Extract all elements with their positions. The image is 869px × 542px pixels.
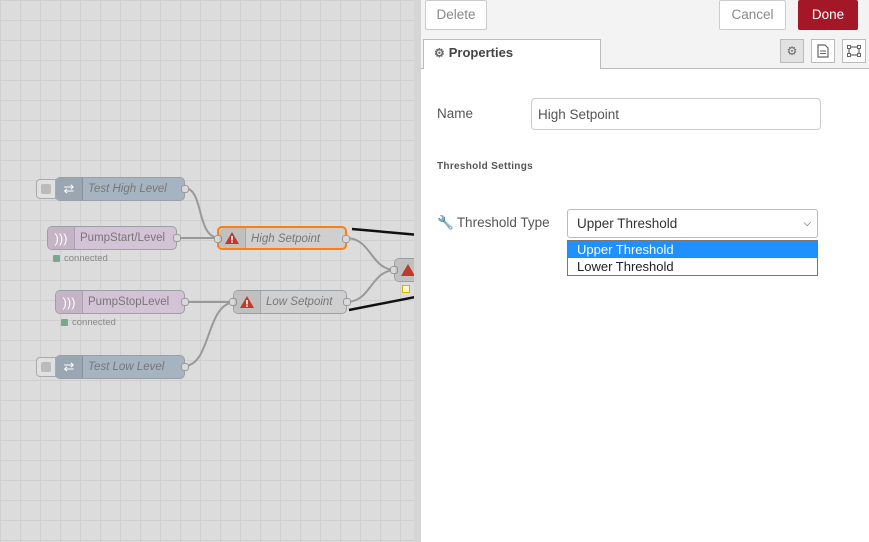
flow-canvas[interactable]: ⇄ Test High Level ))) PumpStart/Level co… bbox=[0, 0, 414, 542]
output-port[interactable] bbox=[181, 185, 189, 193]
threshold-type-label: 🔧 Threshold Type bbox=[437, 215, 550, 230]
output-port[interactable] bbox=[181, 298, 189, 306]
warning-triangle-icon bbox=[234, 291, 261, 313]
name-input[interactable] bbox=[531, 98, 821, 130]
node-test-low-level[interactable]: ⇄ Test Low Level bbox=[36, 355, 189, 379]
node-label: Test Low Level bbox=[88, 361, 165, 373]
threshold-type-select[interactable]: Upper Threshold ⌵ bbox=[567, 209, 818, 238]
wire bbox=[345, 269, 397, 303]
dropdown-option-upper[interactable]: Upper Threshold bbox=[568, 241, 817, 258]
status-dot-icon bbox=[61, 319, 68, 326]
status-dot-icon bbox=[53, 255, 60, 262]
wire bbox=[183, 301, 237, 367]
node-label: Low Setpoint bbox=[266, 296, 333, 308]
node-low-setpoint[interactable]: Low Setpoint bbox=[229, 290, 351, 314]
output-port[interactable] bbox=[342, 235, 350, 243]
node-status: connected bbox=[61, 317, 116, 328]
tab-label: Properties bbox=[448, 45, 514, 60]
inject-arrows-icon: ⇄ bbox=[56, 178, 83, 200]
threshold-type-value: Upper Threshold bbox=[577, 216, 678, 231]
node-label: High Setpoint bbox=[251, 233, 321, 245]
output-port[interactable] bbox=[343, 298, 351, 306]
threshold-type-dropdown: Upper Threshold Lower Threshold bbox=[567, 240, 818, 276]
wire bbox=[345, 237, 397, 271]
gear-icon[interactable]: ⚙ bbox=[780, 39, 804, 63]
done-button[interactable]: Done bbox=[798, 0, 858, 30]
node-test-high-level[interactable]: ⇄ Test High Level bbox=[36, 177, 189, 201]
node-label: PumpStart/Level bbox=[80, 232, 166, 244]
warning-triangle-icon bbox=[395, 259, 414, 281]
wrench-icon: 🔧 bbox=[437, 215, 454, 230]
tray-tabbar: ⚙ Properties ⚙ bbox=[421, 36, 869, 69]
chevron-down-icon: ⌵ bbox=[803, 218, 811, 229]
section-title: Threshold Settings bbox=[437, 161, 533, 172]
node-status: connected bbox=[53, 253, 108, 264]
description-icon[interactable] bbox=[811, 39, 835, 63]
output-port[interactable] bbox=[181, 363, 189, 371]
node-pumpstoplevel[interactable]: ))) PumpStopLevel bbox=[55, 290, 189, 314]
flow-wires bbox=[176, 187, 397, 367]
appearance-icon[interactable] bbox=[842, 39, 866, 63]
warning-triangle-icon bbox=[219, 228, 246, 248]
node-high-setpoint[interactable]: High Setpoint bbox=[214, 226, 350, 250]
dropdown-option-lower[interactable]: Lower Threshold bbox=[568, 258, 817, 275]
inject-trigger-button[interactable] bbox=[36, 179, 56, 199]
node-offscreen-threshold[interactable] bbox=[390, 258, 414, 282]
mqtt-signal-icon: ))) bbox=[48, 227, 75, 249]
delete-button[interactable]: Delete bbox=[425, 0, 487, 30]
output-port[interactable] bbox=[173, 234, 181, 242]
node-pumpstart-level[interactable]: ))) PumpStart/Level bbox=[47, 226, 181, 250]
tray-toolbar: Delete Cancel Done bbox=[421, 0, 869, 37]
status-indicator-icon bbox=[402, 285, 410, 293]
inject-arrows-icon: ⇄ bbox=[56, 356, 83, 378]
cancel-button[interactable]: Cancel bbox=[719, 0, 786, 30]
inject-trigger-button[interactable] bbox=[36, 357, 56, 377]
node-label: Test High Level bbox=[88, 183, 167, 195]
mqtt-signal-icon: ))) bbox=[56, 291, 83, 313]
node-label: PumpStopLevel bbox=[88, 296, 170, 308]
wire bbox=[183, 187, 221, 239]
edit-tray: Delete Cancel Done ⚙Properties ⚙ Name Th… bbox=[414, 0, 869, 542]
gear-icon: ⚙ bbox=[434, 46, 445, 60]
tab-properties[interactable]: ⚙ Properties bbox=[423, 39, 601, 69]
name-label: Name bbox=[437, 106, 474, 121]
